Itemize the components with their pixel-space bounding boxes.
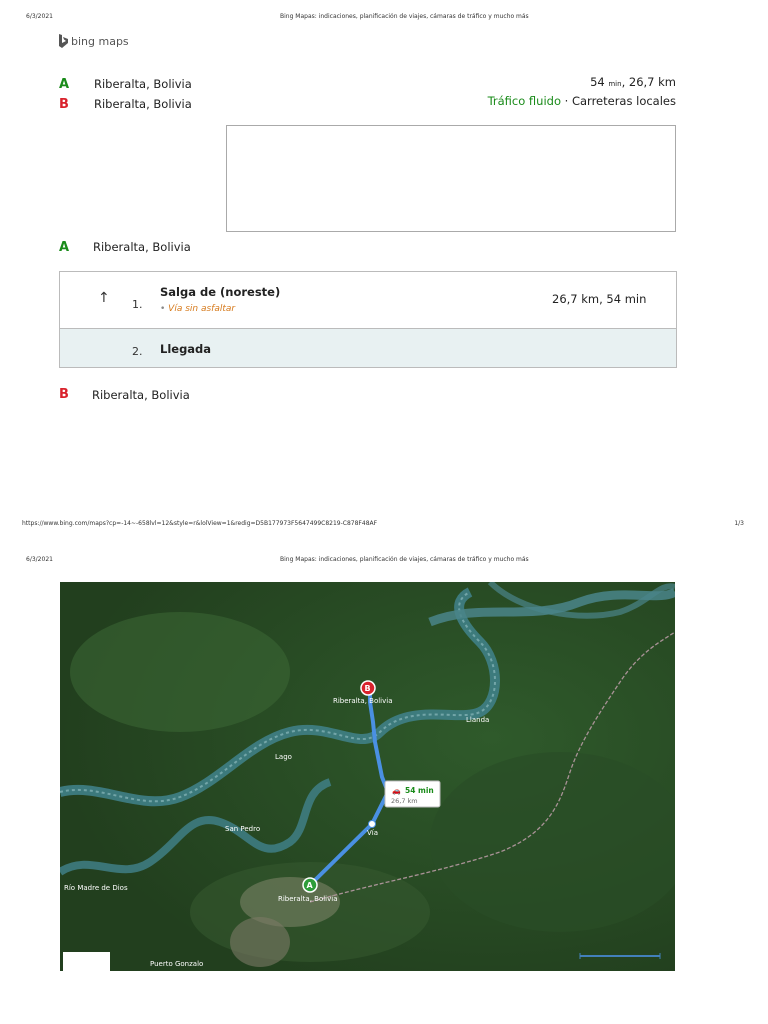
- step-number: 2.: [132, 345, 143, 358]
- label-riberalta-a: Riberalta, Bolivia: [278, 895, 338, 903]
- label-san-pedro: San Pedro: [225, 825, 260, 833]
- label-madre-de-dios: Río Madre de Dios: [64, 884, 128, 892]
- print-title: Bing Mapas: indicaciones, planificación …: [280, 13, 529, 20]
- waypoint-b-letter: B: [59, 97, 69, 112]
- step-instruction: Llegada: [160, 342, 212, 356]
- label-via: Vía: [367, 829, 378, 837]
- page-number: 1/3: [734, 520, 744, 527]
- step-instruction: Salga de (noreste): [160, 285, 281, 299]
- town-area: [230, 917, 290, 967]
- waypoint-a-letter: A: [59, 77, 70, 92]
- pin-b[interactable]: B: [360, 680, 376, 696]
- footer-url[interactable]: https://www.bing.com/maps?cp=-14~-658lvl…: [22, 520, 377, 527]
- bing-maps-logo[interactable]: bing maps: [58, 34, 129, 48]
- waypoint-a-name[interactable]: Riberalta, Bolivia: [94, 77, 192, 91]
- start-name: Riberalta, Bolivia: [93, 240, 191, 254]
- satellite-map[interactable]: 🚗 54 min 26,7 km B A Riberalta, Bolivia …: [60, 582, 675, 971]
- traffic-status: Tráfico fluido: [487, 94, 561, 108]
- end-letter: B: [59, 387, 69, 402]
- svg-text:A: A: [307, 881, 314, 890]
- via-point[interactable]: [368, 820, 376, 828]
- label-puerto-gonzalo: Puerto Gonzalo: [150, 960, 203, 968]
- bing-logo-icon: [59, 34, 68, 48]
- label-riberalta-b: Riberalta, Bolivia: [333, 697, 393, 705]
- print-title-2: Bing Mapas: indicaciones, planificación …: [280, 556, 529, 563]
- direction-step-2[interactable]: 2. Llegada: [60, 329, 676, 367]
- route-map-placeholder: [226, 125, 676, 232]
- forest-patch: [70, 612, 290, 732]
- bullet-icon: •: [160, 304, 169, 314]
- svg-text:B: B: [365, 684, 371, 693]
- route-callout[interactable]: 🚗 54 min 26,7 km: [384, 780, 441, 808]
- arrow-up-icon: ↑: [98, 290, 110, 306]
- logo-text: bing maps: [71, 34, 129, 48]
- step-note: • Vía sin asfaltar: [160, 304, 236, 314]
- label-llanda: Llanda: [466, 716, 489, 724]
- pin-a[interactable]: A: [302, 877, 318, 893]
- print-date: 6/3/2021: [26, 13, 53, 20]
- svg-text:26,7 km: 26,7 km: [391, 797, 418, 805]
- waypoint-b-name[interactable]: Riberalta, Bolivia: [94, 97, 192, 111]
- route-summary: 54 min, 26,7 km Tráfico fluido · Carrete…: [488, 74, 676, 110]
- car-icon: 🚗: [392, 787, 401, 795]
- start-letter: A: [59, 240, 70, 255]
- direction-step-1[interactable]: ↑ 1. Salga de (noreste) • Vía sin asfalt…: [60, 272, 676, 329]
- directions-list: ↑ 1. Salga de (noreste) • Vía sin asfalt…: [59, 271, 677, 368]
- road-type: Carreteras locales: [571, 94, 676, 108]
- end-name: Riberalta, Bolivia: [92, 388, 190, 402]
- map-overlay-box: [63, 952, 110, 971]
- route-time-distance: 54 min, 26,7 km: [590, 75, 676, 89]
- step-number: 1.: [132, 298, 143, 311]
- step-distance: 26,7 km, 54 min: [552, 292, 647, 306]
- label-lago: Lago: [275, 753, 292, 761]
- svg-text:54 min: 54 min: [405, 786, 434, 795]
- print-date-2: 6/3/2021: [26, 556, 53, 563]
- route-traffic-info: Tráfico fluido · Carreteras locales: [487, 94, 676, 108]
